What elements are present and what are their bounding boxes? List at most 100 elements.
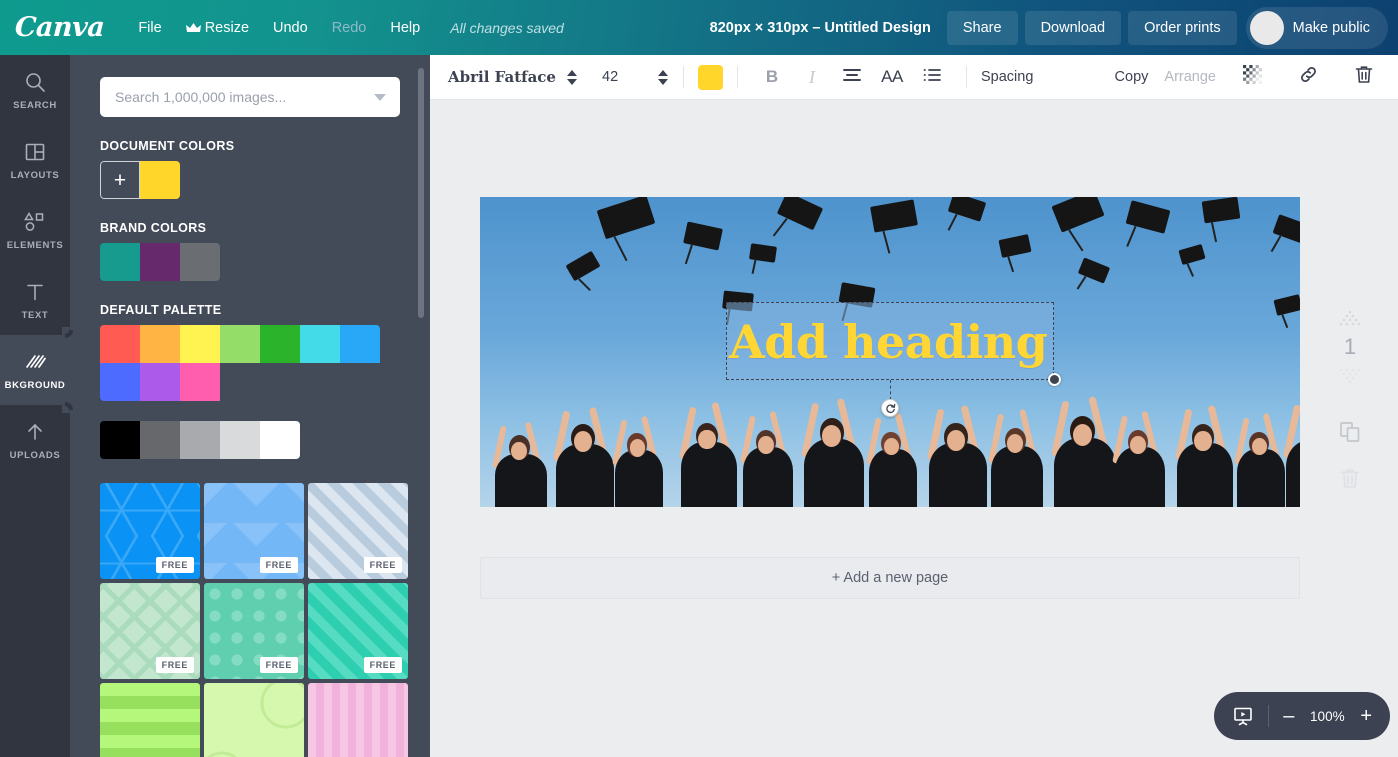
move-up-icon[interactable]: [1339, 310, 1361, 326]
present-icon[interactable]: [1232, 705, 1254, 727]
text-case-button[interactable]: AA: [872, 55, 912, 100]
sidebar-item-uploads[interactable]: UPLOADS: [0, 405, 70, 475]
graduate: [924, 404, 992, 507]
text-selection-box[interactable]: Add heading: [726, 302, 1054, 380]
download-button[interactable]: Download: [1024, 10, 1122, 45]
palette-color-swatch[interactable]: [100, 325, 140, 363]
text-toolbar: Abril Fatface 42 B I AA Spacing Copy Arr…: [430, 55, 1398, 100]
delete-button[interactable]: [1344, 55, 1384, 100]
arrange-button[interactable]: Arrange: [1164, 69, 1216, 85]
sidebar-item-bkground[interactable]: BKGROUND: [0, 327, 70, 413]
background-thumbnail[interactable]: [308, 683, 408, 757]
add-color-button[interactable]: +: [100, 161, 140, 199]
free-badge: FREE: [259, 657, 298, 673]
spacing-button[interactable]: Spacing: [981, 69, 1033, 85]
palette-color-swatch[interactable]: [180, 325, 220, 363]
menu-help[interactable]: Help: [378, 14, 432, 42]
palette-color-swatch[interactable]: [220, 325, 260, 363]
font-size-stepper[interactable]: [657, 69, 669, 85]
menu-help-label: Help: [390, 19, 421, 36]
background-thumbnail[interactable]: FREE: [100, 483, 200, 579]
link-icon: [1299, 65, 1318, 89]
make-public-button[interactable]: Make public: [1245, 6, 1388, 49]
search-input[interactable]: [100, 77, 400, 117]
palette-color-swatch[interactable]: [140, 325, 180, 363]
link-button[interactable]: [1288, 55, 1328, 100]
copy-button[interactable]: Copy: [1115, 69, 1149, 85]
rotate-handle[interactable]: [881, 399, 899, 417]
palette-color-swatch[interactable]: [260, 325, 300, 363]
default-palette-grid: [100, 325, 380, 401]
document-title[interactable]: 820px × 310px – Untitled Design: [710, 20, 931, 36]
add-new-page-button[interactable]: + Add a new page: [480, 557, 1300, 599]
document-color-swatch[interactable]: [140, 161, 180, 199]
design-page[interactable]: Add heading: [480, 197, 1300, 507]
chevron-down-icon[interactable]: [374, 94, 386, 101]
sidebar-item-search[interactable]: SEARCH: [0, 55, 70, 125]
menu-redo[interactable]: Redo: [320, 14, 379, 42]
sidebar-item-layouts-label: LAYOUTS: [10, 170, 60, 181]
transparency-icon: [1242, 65, 1262, 89]
canvas-area[interactable]: Add heading + Add a new page 1: [430, 100, 1398, 757]
gray-color-swatch[interactable]: [220, 421, 260, 459]
align-center-icon: [842, 67, 862, 88]
move-down-icon[interactable]: [1339, 368, 1361, 384]
align-button[interactable]: [832, 55, 872, 100]
font-family-stepper[interactable]: [566, 69, 578, 85]
menu-file[interactable]: File: [126, 14, 173, 42]
palette-color-swatch[interactable]: [300, 325, 340, 363]
gray-color-swatch[interactable]: [100, 421, 140, 459]
elements-icon: [23, 209, 47, 235]
gray-color-swatch[interactable]: [140, 421, 180, 459]
order-prints-button[interactable]: Order prints: [1128, 10, 1237, 45]
gray-color-swatch[interactable]: [180, 421, 220, 459]
sidebar-item-elements[interactable]: ELEMENTS: [0, 195, 70, 265]
graduate: [864, 413, 922, 507]
menu-undo[interactable]: Undo: [261, 14, 320, 42]
palette-color-swatch[interactable]: [140, 363, 180, 401]
background-thumbnail[interactable]: FREE: [100, 583, 200, 679]
bold-button[interactable]: B: [752, 55, 792, 100]
palette-color-swatch[interactable]: [340, 325, 380, 363]
sidebar-item-layouts[interactable]: LAYOUTS: [0, 125, 70, 195]
text-icon: [24, 279, 46, 305]
brand-color-swatch[interactable]: [100, 243, 140, 281]
zoom-out-button[interactable]: –: [1283, 706, 1294, 726]
brand-color-swatch[interactable]: [180, 243, 220, 281]
resize-handle[interactable]: [1048, 373, 1061, 386]
canva-logo[interactable]: Canva: [14, 12, 105, 43]
search-icon: [24, 69, 46, 95]
text-color-swatch[interactable]: [698, 64, 723, 90]
menu-redo-label: Redo: [331, 19, 367, 36]
toolbar-divider: [683, 66, 684, 88]
top-bar: Canva File Resize Undo Redo Help All cha…: [0, 0, 1398, 55]
background-thumbnail[interactable]: FREE: [204, 583, 304, 679]
graduate: [1110, 411, 1170, 507]
brand-colors-title: BRAND COLORS: [100, 221, 207, 235]
heading-text[interactable]: Add heading: [729, 315, 1048, 369]
background-thumbnail[interactable]: FREE: [308, 583, 408, 679]
background-thumbnail[interactable]: FREE: [204, 483, 304, 579]
sidebar-item-text-label: TEXT: [21, 310, 49, 321]
zoom-in-button[interactable]: +: [1360, 706, 1372, 726]
background-thumbnail[interactable]: FREE: [308, 483, 408, 579]
list-button[interactable]: [912, 55, 952, 100]
italic-button[interactable]: I: [792, 55, 832, 100]
panel-scrollbar[interactable]: [418, 68, 424, 318]
delete-page-icon[interactable]: [1340, 468, 1360, 489]
share-button[interactable]: Share: [946, 10, 1018, 45]
graduate: [798, 397, 870, 507]
graduate: [676, 402, 742, 507]
gray-color-swatch[interactable]: [260, 421, 300, 459]
palette-color-swatch[interactable]: [180, 363, 220, 401]
brand-color-swatch[interactable]: [140, 243, 180, 281]
background-thumbnail[interactable]: [204, 683, 304, 757]
duplicate-page-icon[interactable]: [1338, 420, 1362, 444]
palette-color-swatch[interactable]: [100, 363, 140, 401]
font-family-selector[interactable]: Abril Fatface: [448, 68, 566, 86]
transparency-button[interactable]: [1232, 55, 1272, 100]
menu-resize[interactable]: Resize: [174, 14, 261, 42]
font-size-value[interactable]: 42: [602, 69, 657, 85]
sidebar-item-text[interactable]: TEXT: [0, 265, 70, 335]
background-thumbnail[interactable]: [100, 683, 200, 757]
